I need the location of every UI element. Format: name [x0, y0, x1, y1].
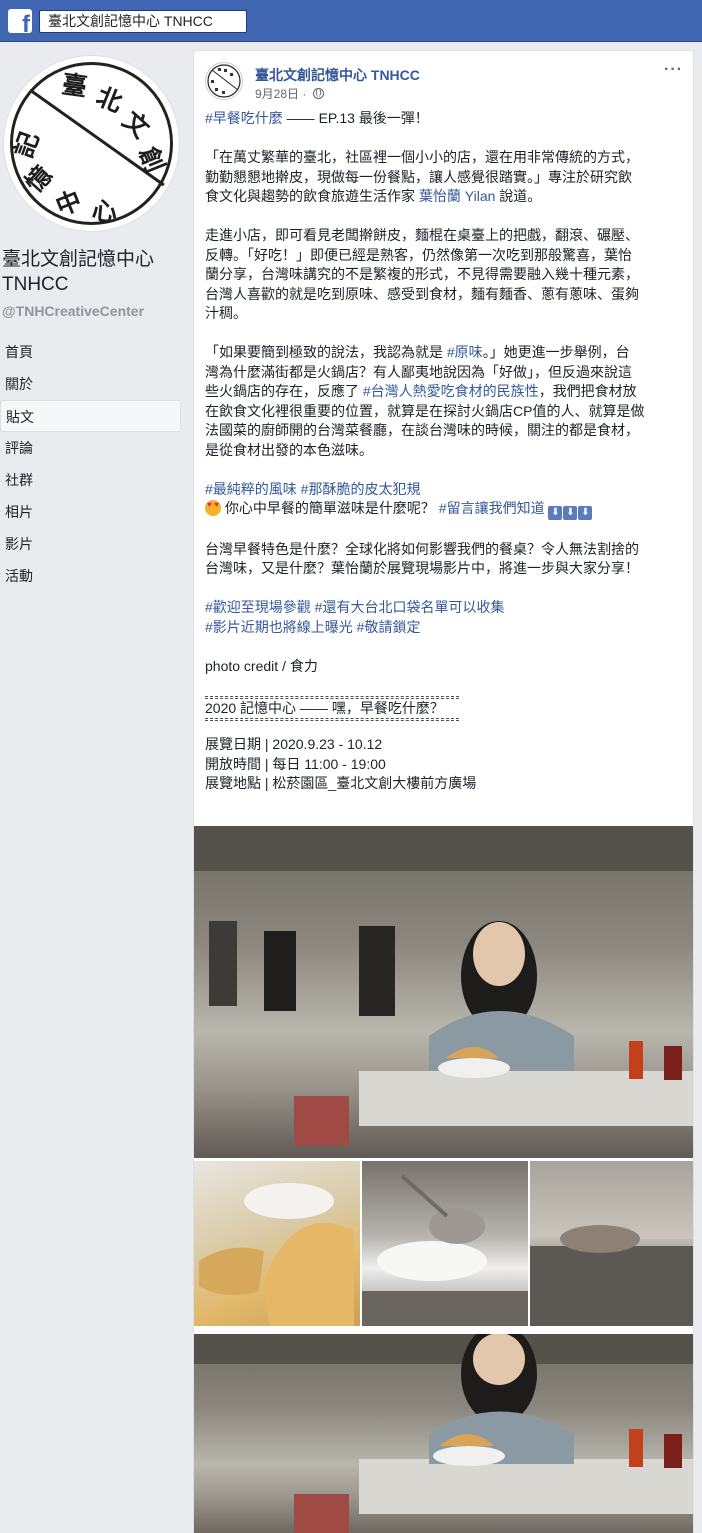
- page-nav-menu: 首頁 關於 貼文 評論 社群 相片 影片 活動: [0, 336, 181, 592]
- post-text-line: 法國菜的廚師開的台灣菜餐廳，在談台灣味的時候，關注的都是食材，: [205, 422, 639, 438]
- down-arrow-emoji-icon: ⬇: [578, 506, 593, 520]
- post-text-line: 汁稠。: [205, 305, 247, 321]
- post-text-line: —— EP.13 最後一彈！: [282, 110, 429, 126]
- post-author-name[interactable]: 臺北文創記憶中心 TNHCC: [255, 65, 420, 85]
- down-arrow-emoji-icon: ⬇: [563, 506, 578, 520]
- post-text-line: ，我們把食材放: [538, 383, 637, 399]
- globe-icon: [312, 88, 324, 99]
- post-photo-main[interactable]: [194, 826, 693, 1158]
- mention-link[interactable]: 葉怡蘭 Yilan: [419, 188, 496, 204]
- down-arrow-emoji-icon: ⬇: [548, 506, 563, 520]
- post-text-line: 台灣早餐特色是什麼？全球化將如何影響我們的餐桌？令人無法割捨的: [205, 540, 639, 557]
- heart-eyes-emoji-icon: [205, 500, 221, 516]
- nav-item-posts[interactable]: 貼文: [0, 400, 181, 432]
- top-navigation-bar: f 臺北文創記憶中心 TNHCC: [0, 0, 702, 42]
- post-text-line: 勤勤懇懇地擀皮，現做每一份餐點，讓人感覺很踏實。」專注於研究飲: [205, 168, 632, 185]
- event-hours: 開放時間 | 每日 11:00 - 19:00: [205, 755, 386, 772]
- post-text-line: 些火鍋店的存在，反應了: [205, 383, 363, 399]
- post-text-line: 反轉。「好吃！」即便已經是熟客，仍然像第一次吃到那般驚喜，葉怡: [205, 246, 632, 263]
- post-text-line: 走進小店，即可看見老闆擀餅皮，麵棍在桌臺上的把戲，翻滾、碾壓、: [205, 227, 639, 243]
- post-text-line: 「如果要簡到極致的說法，我認為就是: [205, 344, 447, 360]
- tnhcc-logo-icon: 臺 北 文 創 記 憶 中 心: [9, 62, 173, 227]
- post-date-text[interactable]: 9月28日: [255, 87, 299, 101]
- logo-char: 臺: [60, 70, 89, 101]
- post-author-avatar[interactable]: [205, 62, 243, 100]
- nav-item-reviews[interactable]: 評論: [0, 432, 181, 464]
- hashtag-link[interactable]: #歡迎至現場參觀 #還有大台北口袋名單可以收集: [205, 598, 685, 618]
- nav-item-videos[interactable]: 影片: [0, 528, 181, 560]
- event-title: 2020 記憶中心 —— 嘿，早餐吃什麼？: [205, 699, 444, 716]
- post-card: 臺北文創記憶中心 TNHCC 9月28日 · ··· #早餐吃什麼 —— EP.…: [193, 50, 694, 1533]
- post-text-line: 台灣味，又是什麼？葉怡蘭於展覽現場影片中，將進一步與大家分享！: [205, 560, 639, 576]
- post-text-line: 是從食材出發的本色滋味。: [205, 441, 373, 458]
- event-dates: 展覽日期 | 2020.9.23 - 10.12: [205, 736, 383, 752]
- post-photo-more[interactable]: [194, 1334, 693, 1533]
- tnhcc-logo-icon: [207, 64, 241, 98]
- search-input[interactable]: 臺北文創記憶中心 TNHCC: [39, 10, 247, 33]
- post-text-line: 蘭分享，台灣味講究的不是繁複的形式，不見得需要融入幾十種元素，: [205, 266, 639, 282]
- facebook-logo-icon[interactable]: f: [8, 9, 32, 33]
- hashtag-link[interactable]: #台灣人熱愛吃食材的民族性: [363, 383, 539, 399]
- post-text-line: 台灣人喜歡的就是吃到原味、感受到食材，麵有麵香、蔥有蔥味、蛋夠: [205, 285, 639, 302]
- post-text-line: 說道。: [495, 188, 542, 204]
- logo-char: 心: [91, 197, 118, 227]
- nav-item-home[interactable]: 首頁: [0, 336, 181, 368]
- post-text-line: 食文化與趨勢的飲食旅遊生活作家: [205, 188, 419, 204]
- hashtag-link[interactable]: #最純粹的風味 #那酥脆的皮太犯規: [205, 480, 685, 500]
- photo-credit: photo credit / 食力: [205, 657, 318, 674]
- soymilk-ladle-photo: [362, 1174, 528, 1326]
- post-text-line: 。」她更進一步舉例，台: [482, 344, 630, 360]
- nav-item-photos[interactable]: 相片: [0, 496, 181, 528]
- post-text-line: 灣為什麼滿街都是火鍋店？有人鄙夷地說因為「好做」，但反過來說這: [205, 363, 632, 380]
- page-username[interactable]: @TNHCreativeCenter: [2, 303, 144, 319]
- more-options-icon[interactable]: ···: [664, 61, 683, 79]
- hashtag-link[interactable]: #早餐吃什麼: [205, 110, 283, 126]
- hashtag-link[interactable]: #影片近期也將線上曝光 #敬請鎖定: [205, 618, 685, 638]
- hashtag-link[interactable]: #留言讓我們知道: [439, 500, 545, 516]
- post-photo-dough[interactable]: [530, 1161, 693, 1326]
- page-profile-picture[interactable]: 臺 北 文 創 記 憶 中 心: [4, 56, 179, 231]
- page-title[interactable]: 臺北文創記憶中心 TNHCC: [2, 247, 188, 297]
- post-text-line: 「在萬丈繁華的臺北，社區裡一個小小的店，還在用非常傳統的方式，: [205, 149, 639, 165]
- rolling-dough-photo: [530, 1225, 693, 1326]
- post-text-line: 你心中早餐的簡單滋味是什麼呢？: [221, 500, 439, 516]
- event-location: 展覽地點 | 松菸園區_臺北文創大樓前方廣場: [205, 775, 477, 791]
- post-photo-pancake[interactable]: [194, 1161, 360, 1326]
- breakfast-shop-photo: [194, 1334, 693, 1533]
- hashtag-link[interactable]: #原味: [447, 344, 483, 360]
- post-text-line: 在飲食文化裡很重要的位置，就算是在探討火鍋店CP值的人、就算是做: [205, 402, 645, 419]
- post-body: #早餐吃什麼 —— EP.13 最後一彈！ 「在萬丈繁華的臺北，社區裡一個小小的…: [205, 109, 685, 794]
- nav-item-community[interactable]: 社群: [0, 464, 181, 496]
- nav-item-events[interactable]: 活動: [0, 560, 181, 592]
- post-timestamp[interactable]: 9月28日 ·: [255, 85, 324, 102]
- post-photo-soymilk[interactable]: [362, 1161, 528, 1326]
- nav-item-about[interactable]: 關於: [0, 368, 181, 400]
- date-separator: ·: [302, 87, 307, 101]
- egg-pancake-photo: [199, 1183, 354, 1326]
- breakfast-shop-photo: [194, 826, 693, 1146]
